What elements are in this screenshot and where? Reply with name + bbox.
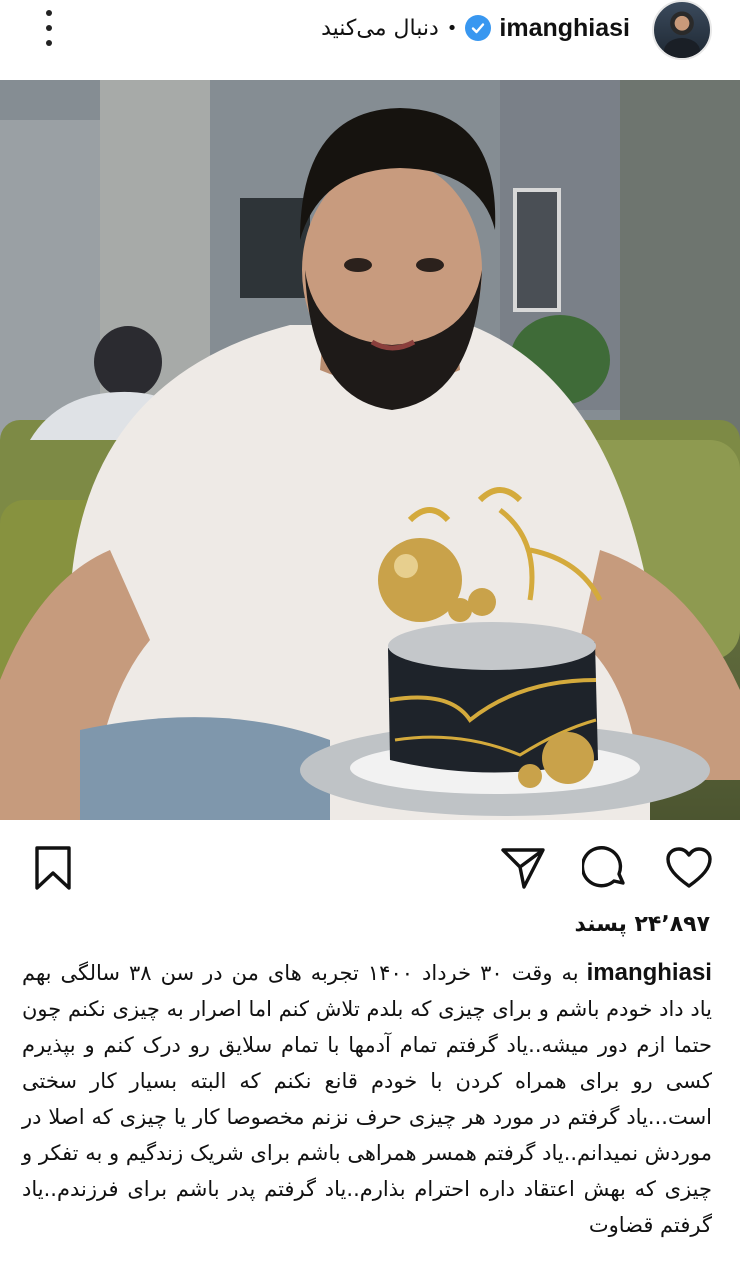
header-username[interactable]: imanghiasi xyxy=(499,14,630,43)
header-user-line: دنبال می‌کنید • imanghiasi xyxy=(321,8,630,48)
post-image[interactable] xyxy=(0,80,740,820)
comment-icon[interactable] xyxy=(578,838,632,898)
bookmark-icon[interactable] xyxy=(26,838,80,898)
post-action-bar xyxy=(0,838,740,902)
post-caption: imanghiasiبه وقت ۳۰ خرداد ۱۴۰۰ تجربه های… xyxy=(22,955,712,1243)
heart-icon[interactable] xyxy=(662,838,716,898)
send-icon[interactable] xyxy=(496,838,550,898)
more-options-icon[interactable] xyxy=(34,10,64,46)
avatar[interactable] xyxy=(652,0,712,60)
follow-status[interactable]: دنبال می‌کنید xyxy=(321,16,439,41)
likes-count[interactable]: ۲۴٬۸۹۷ پسند xyxy=(575,912,711,937)
caption-text: به وقت ۳۰ خرداد ۱۴۰۰ تجربه های من در سن … xyxy=(22,961,712,1237)
separator-dot: • xyxy=(446,17,458,39)
post-header: دنبال می‌کنید • imanghiasi xyxy=(0,0,740,80)
verified-badge-icon xyxy=(465,15,492,41)
caption-username[interactable]: imanghiasi xyxy=(587,959,712,986)
